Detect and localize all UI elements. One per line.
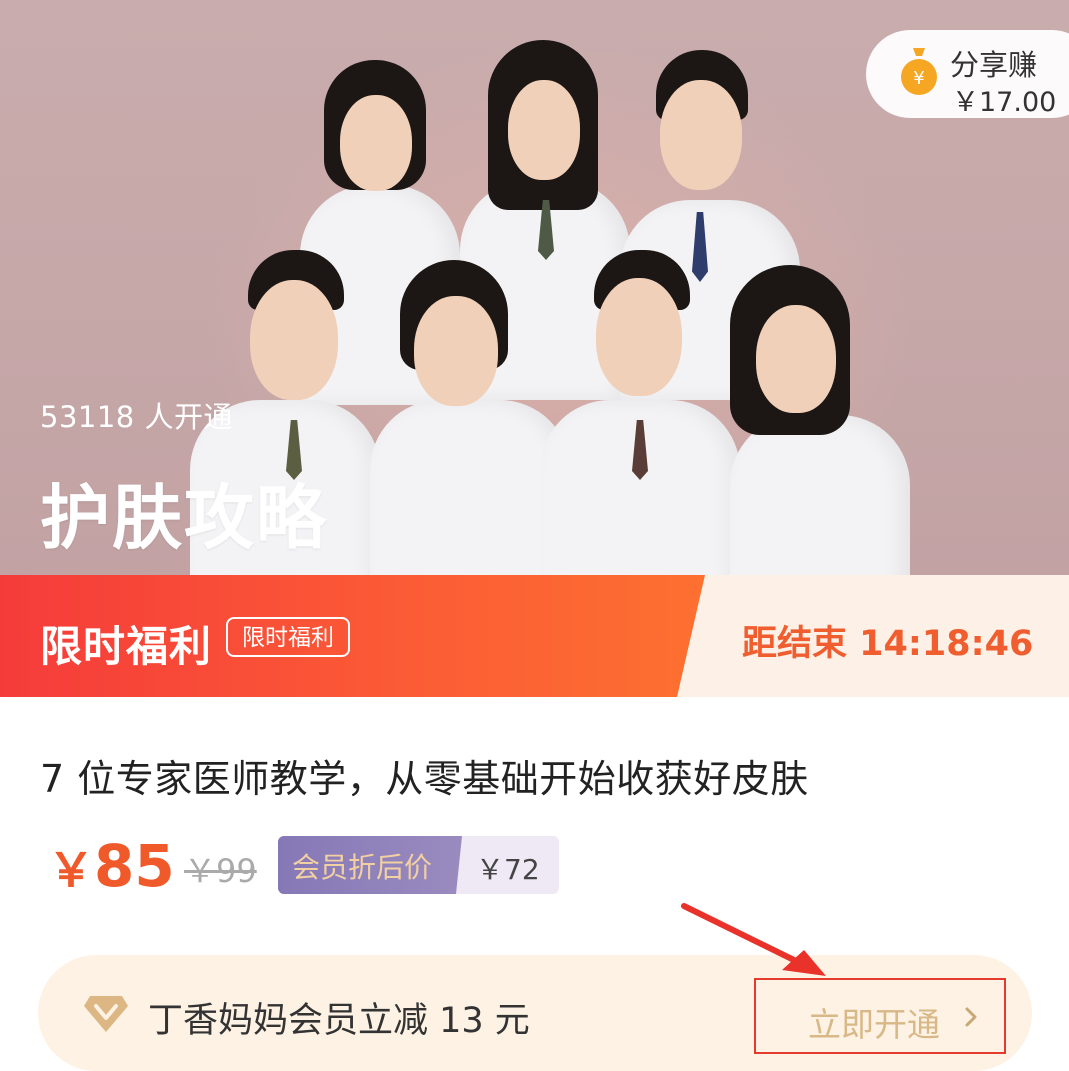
membership-discount-text: 丁香妈妈会员立减 13 元	[148, 1001, 530, 1041]
member-price-label: 会员折后价	[292, 851, 433, 884]
diamond-icon	[84, 996, 128, 1032]
member-price-badge: 会员折后价 ￥72	[278, 836, 559, 894]
promo-title: 限时福利	[40, 622, 213, 671]
svg-text:¥: ¥	[913, 68, 924, 89]
promo-tag: 限时福利	[226, 617, 350, 657]
money-bag-icon: ¥	[901, 48, 937, 95]
share-label: 分享赚	[950, 48, 1038, 82]
course-title: 护肤攻略	[40, 477, 328, 559]
original-price: ￥99	[184, 852, 257, 890]
price-symbol: ￥	[48, 843, 94, 897]
enrolled-count: 53118 人开通	[40, 400, 233, 434]
price-value: 85	[94, 832, 175, 900]
share-amount: ￥17.00	[952, 87, 1057, 118]
chevron-right-icon	[965, 1007, 977, 1027]
activate-membership-button[interactable]: 立即开通	[754, 978, 1006, 1054]
current-price: ￥85	[48, 832, 175, 900]
limited-offer-band: 限时福利 限时福利 距结束 14:18:46	[0, 575, 1069, 697]
hero-banner: 53118 人开通 护肤攻略 ¥ 分享赚 ￥17.00	[0, 0, 1069, 575]
activate-button-label: 立即开通	[808, 1005, 940, 1044]
doctor-figure	[720, 265, 910, 575]
member-price-value: ￥72	[476, 853, 540, 886]
countdown-timer: 距结束 14:18:46	[742, 624, 1034, 664]
red-arrow-annotation	[681, 903, 826, 976]
doctor-figure	[540, 250, 740, 575]
course-description: 7 位专家医师教学，从零基础开始收获好皮肤	[40, 757, 809, 801]
